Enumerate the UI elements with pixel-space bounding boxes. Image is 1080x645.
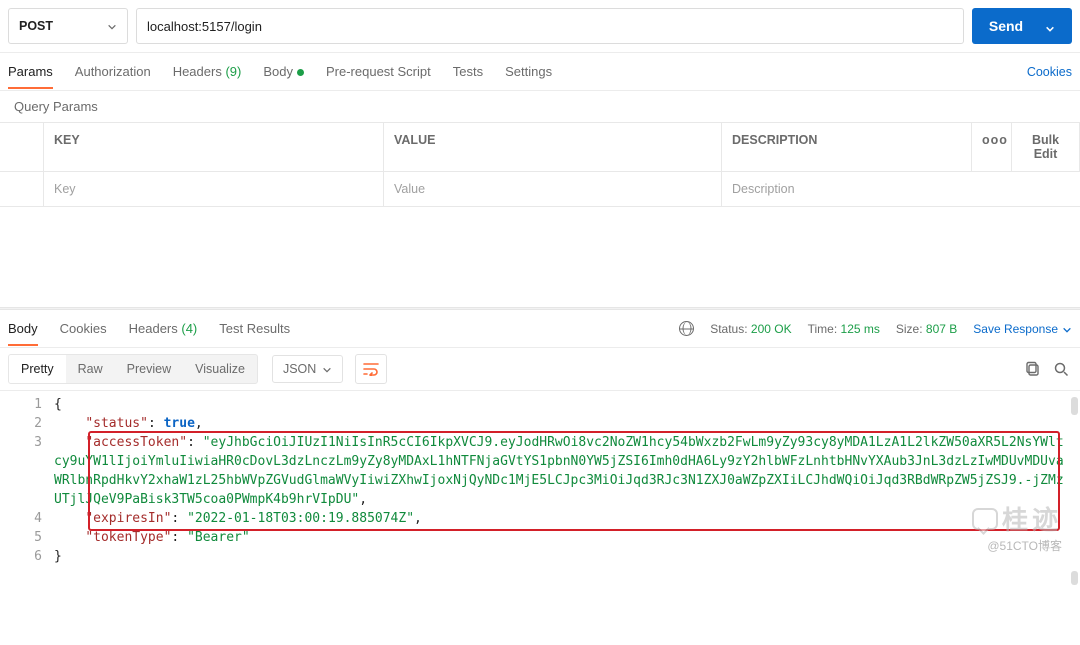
viewer-toolbar: Pretty Raw Preview Visualize JSON <box>0 348 1080 391</box>
cookies-link[interactable]: Cookies <box>1027 65 1072 79</box>
col-value: VALUE <box>384 123 722 171</box>
chevron-down-icon <box>1062 324 1072 334</box>
chevron-down-icon <box>107 21 117 31</box>
url-input[interactable] <box>136 8 964 44</box>
resp-tab-results[interactable]: Test Results <box>219 321 290 336</box>
view-preview[interactable]: Preview <box>115 355 183 383</box>
tab-headers[interactable]: Headers (9) <box>173 64 242 79</box>
tab-body[interactable]: Body <box>263 64 304 79</box>
dot-icon <box>297 69 304 76</box>
resp-tab-headers[interactable]: Headers (4) <box>129 321 198 336</box>
query-params-heading: Query Params <box>0 91 1080 122</box>
blank-area <box>0 207 1080 307</box>
tab-prerequest[interactable]: Pre-request Script <box>326 64 431 79</box>
tab-settings[interactable]: Settings <box>505 64 552 79</box>
chevron-down-icon <box>1045 21 1055 31</box>
view-visualize[interactable]: Visualize <box>183 355 257 383</box>
param-header-row: KEY VALUE DESCRIPTION ooo Bulk Edit <box>0 123 1080 172</box>
tab-authorization[interactable]: Authorization <box>75 64 151 79</box>
col-key: KEY <box>44 123 384 171</box>
request-tabs: Params Authorization Headers (9) Body Pr… <box>0 53 1080 91</box>
save-response-button[interactable]: Save Response <box>973 322 1072 336</box>
method-select[interactable]: POST <box>8 8 128 44</box>
resp-tab-body[interactable]: Body <box>8 321 38 336</box>
scrollbar-thumb[interactable] <box>1071 397 1078 415</box>
value-input[interactable]: Value <box>384 172 722 206</box>
watermark: 桂迹 @51CTO博客 <box>972 500 1062 554</box>
desc-input[interactable]: Description <box>722 172 1080 206</box>
search-icon[interactable] <box>1050 358 1072 380</box>
globe-icon[interactable] <box>679 321 694 336</box>
view-pretty[interactable]: Pretty <box>9 355 66 383</box>
bulk-edit-button[interactable]: Bulk Edit <box>1012 123 1080 171</box>
view-mode-segment: Pretty Raw Preview Visualize <box>8 354 258 384</box>
resp-tab-cookies[interactable]: Cookies <box>60 321 107 336</box>
lang-select[interactable]: JSON <box>272 355 343 383</box>
response-tabs: Body Cookies Headers (4) Test Results St… <box>0 310 1080 348</box>
method-label: POST <box>19 19 53 33</box>
status-strip: Status: 200 OK Time: 125 ms Size: 807 B … <box>679 321 1072 336</box>
wrap-lines-button[interactable] <box>355 354 387 384</box>
params-table: KEY VALUE DESCRIPTION ooo Bulk Edit Key … <box>0 122 1080 207</box>
request-bar: POST Send <box>0 0 1080 53</box>
tab-params[interactable]: Params <box>8 64 53 79</box>
param-input-row: Key Value Description <box>0 172 1080 207</box>
chat-icon <box>972 508 998 530</box>
col-desc: DESCRIPTION <box>722 123 972 171</box>
send-label: Send <box>989 18 1023 34</box>
tab-tests[interactable]: Tests <box>453 64 483 79</box>
response-body: 1{ 2 "status": true, 3 "accessToken": "e… <box>0 391 1080 574</box>
copy-icon[interactable] <box>1022 358 1044 380</box>
key-input[interactable]: Key <box>44 172 384 206</box>
chevron-down-icon <box>322 364 332 374</box>
scrollbar-thumb[interactable] <box>1071 571 1078 585</box>
view-raw[interactable]: Raw <box>66 355 115 383</box>
send-button[interactable]: Send <box>972 8 1072 44</box>
more-icon[interactable]: ooo <box>972 123 1012 171</box>
